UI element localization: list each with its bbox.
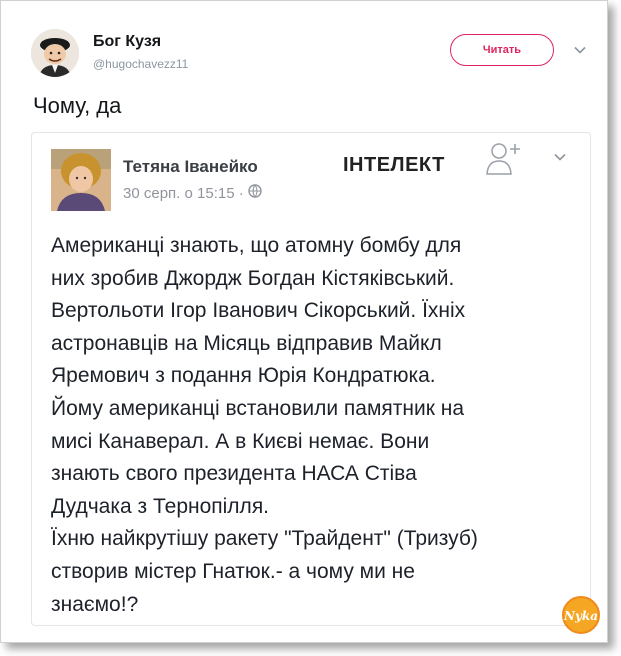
fb-tag-label: ІНТЕЛЕКТ — [343, 154, 445, 176]
fb-body-line: знаємо!? — [51, 592, 139, 616]
fb-body-line: астронавців на Місяць відправив Майкл — [51, 331, 442, 355]
add-friend-icon[interactable] — [485, 140, 525, 178]
globe-icon — [248, 184, 262, 202]
fb-body-line: Вертольоти Ігор Іванович Сікорський. Їхн… — [51, 299, 466, 323]
tweet-text: Чому, да — [33, 93, 122, 118]
fb-body-line: Яремович з подання Юрія Кондратюка. — [51, 364, 436, 388]
fb-author-name[interactable]: Тетяна Іванейко — [123, 157, 258, 177]
author-handle[interactable]: @hugochavezz11 — [93, 57, 188, 71]
fb-body-line: Йому американці встановили памятник на — [51, 396, 465, 420]
fb-body-line: Дудчака з Тернопілля. — [51, 494, 270, 518]
fb-body-line: Їхню найкрутішу ракету "Трайдент" (Тризу… — [51, 527, 478, 551]
fb-post-body: Американці знають, що атомну бомбу для н… — [51, 230, 581, 621]
follow-button[interactable]: Читать — [450, 34, 554, 66]
fb-timestamp[interactable]: 30 серп. о 15:15 · — [123, 185, 244, 202]
screenshot-frame: Бог Кузя @hugochavezz11 Читать Чому, да … — [0, 0, 608, 643]
fb-post-meta: 30 серп. о 15:15 · — [123, 184, 262, 202]
fb-body-line: них зробив Джордж Богдан Кістяківський. — [51, 266, 455, 290]
fb-body-line: знають свого президента НАСА Стіва — [51, 462, 417, 486]
chevron-down-icon[interactable] — [573, 43, 587, 57]
watermark-logo: Nyka — [559, 595, 603, 635]
fb-author-photo — [51, 149, 111, 211]
watermark-text: Nyka — [563, 609, 598, 623]
fb-body-line: мисі Канаверал. А в Києві немає. Вони — [51, 429, 430, 453]
author-avatar[interactable] — [31, 29, 79, 77]
fb-body-line: створив містер Гнатюк.- а чому ми не — [51, 559, 415, 583]
author-name[interactable]: Бог Кузя — [93, 33, 161, 51]
fb-body-line: Американці знають, що атомну бомбу для — [51, 234, 462, 257]
fb-chevron-down-icon[interactable] — [553, 150, 567, 164]
